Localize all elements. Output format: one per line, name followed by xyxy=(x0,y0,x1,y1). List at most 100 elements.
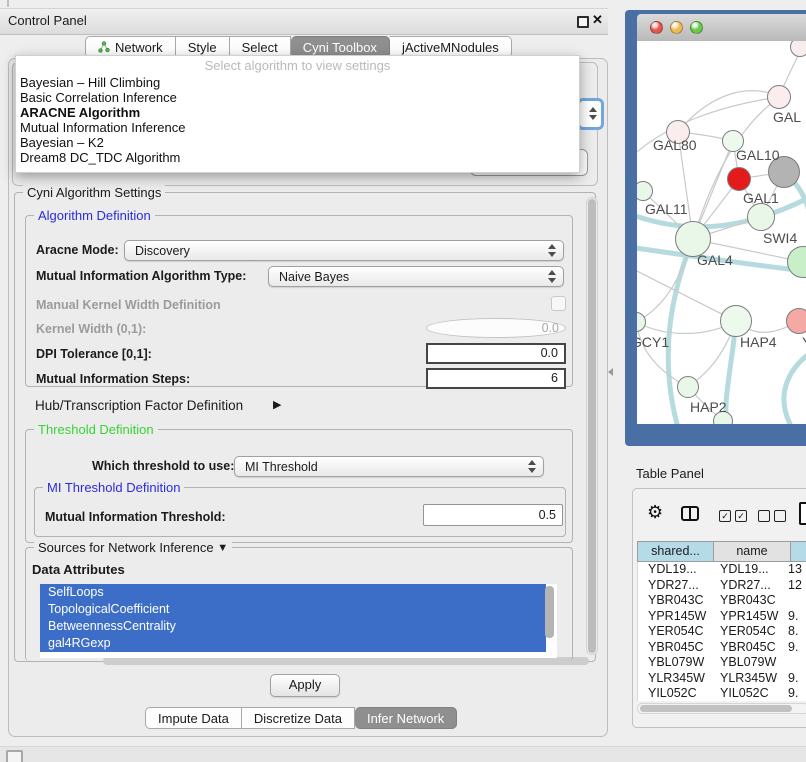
node-hap4[interactable] xyxy=(720,305,752,337)
aracne-mode-select[interactable]: Discovery xyxy=(124,240,564,261)
node-label-gal11: GAL11 xyxy=(645,201,688,217)
table-row[interactable]: YPR145WYPR145W9. xyxy=(638,609,806,625)
traffic-minimize-button[interactable] xyxy=(670,21,683,34)
table-cell: YER054C xyxy=(638,624,710,640)
algorithm-option-mutual-information-inference[interactable]: Mutual Information Inference xyxy=(16,120,579,135)
app-root: Control Panel ✕ NetworkStyleSelectCyni T… xyxy=(0,0,806,762)
combo-spinner-icon xyxy=(548,244,557,257)
node-red[interactable] xyxy=(727,167,751,191)
algorithm-option-dream8-dc-tdc-algorithm[interactable]: Dream8 DC_TDC Algorithm xyxy=(16,150,579,165)
mi-algorithm-type-select[interactable]: Naive Bayes xyxy=(268,266,564,287)
float-window-icon[interactable] xyxy=(577,16,589,28)
table-cell: YER054C xyxy=(710,624,782,640)
unchecked-box xyxy=(774,510,786,522)
panel-divider-grip[interactable] xyxy=(608,368,613,376)
which-threshold-select[interactable]: MI Threshold xyxy=(234,456,544,477)
node-label-gcy1: GCY1 xyxy=(637,334,669,350)
collapsed-panel-icon[interactable] xyxy=(6,750,23,762)
table-cell: YPR145W xyxy=(638,609,710,625)
table-row[interactable]: YLR345WYLR345W9. xyxy=(638,671,806,687)
table-horizontal-scrollbar[interactable] xyxy=(637,703,806,714)
cyni-algorithm-settings-group: Cyni Algorithm Settings Algorithm Defini… xyxy=(14,192,596,662)
algorithm-option-aracne-algorithm[interactable]: ARACNE Algorithm xyxy=(16,105,579,120)
node-label-gal4: GAL4 xyxy=(697,252,733,268)
checked-box: ✓ xyxy=(719,510,731,522)
table-row[interactable]: YER054CYER054C8. xyxy=(638,624,806,640)
node-salmon[interactable] xyxy=(786,308,806,334)
mi-threshold-label: Mutual Information Threshold: xyxy=(45,510,226,524)
algorithm-definition-title: Algorithm Definition xyxy=(34,208,155,223)
node-label-gal: GAL xyxy=(773,109,801,125)
table-row[interactable]: YBR043CYBR043C xyxy=(638,593,806,609)
checked-columns-icon[interactable]: ✓✓ xyxy=(719,510,747,522)
attribute-item-gal4rgexp[interactable]: gal4RGexp xyxy=(40,635,546,652)
column-header-shared[interactable]: shared... xyxy=(637,541,714,562)
attribute-item-betweennesscentrality[interactable]: BetweennessCentrality xyxy=(40,618,546,635)
table-cell: 9. xyxy=(782,640,806,656)
algorithm-option-bayesian-k2[interactable]: Bayesian – K2 xyxy=(16,135,579,150)
unchecked-columns-icon[interactable] xyxy=(758,510,786,522)
tab-label: Cyni Toolbox xyxy=(303,40,377,55)
algorithm-option-bayesian-hill-climbing[interactable]: Bayesian – Hill Climbing xyxy=(16,75,579,90)
table-cell: 9. xyxy=(782,671,806,687)
table-row[interactable]: YBR045CYBR045C9. xyxy=(638,640,806,656)
column-header-name[interactable]: name xyxy=(714,541,791,562)
table-cell: YBL079W xyxy=(638,655,710,671)
table-rows: YDL19...YDL19...13YDR27...YDR27...12YBR0… xyxy=(637,562,806,701)
table-row[interactable]: YDL19...YDL19...13 xyxy=(638,562,806,578)
unchecked-box xyxy=(758,510,770,522)
network-canvas[interactable]: GALGAL80GAL10GAL1GAL11SWI4GAL4GCY1HAP4YH… xyxy=(637,41,806,424)
bottom-strip xyxy=(0,746,806,762)
node-gal-top-right[interactable] xyxy=(767,85,791,109)
table-cell: YIL052C xyxy=(638,686,710,701)
node-label-gal80: GAL80 xyxy=(653,137,697,153)
node-label-y: Y xyxy=(802,334,806,350)
table-header-row: shared...nameA xyxy=(637,541,806,562)
mi-threshold-input[interactable]: 0.5 xyxy=(423,504,563,526)
table-row[interactable]: YIL052CYIL052C9. xyxy=(638,686,806,701)
table-row[interactable]: YDR27...YDR27...12 xyxy=(638,578,806,594)
mi-steps-input[interactable]: 6 xyxy=(426,368,566,389)
tab-label: jActiveMNodules xyxy=(402,40,499,55)
sources-group: Sources for Network Inference ▼ Data Att… xyxy=(25,547,573,661)
table-row[interactable]: YBL079WYBL079W xyxy=(638,655,806,671)
node-label-swi4: SWI4 xyxy=(763,230,797,246)
algorithm-option-basic-correlation-inference[interactable]: Basic Correlation Inference xyxy=(16,90,579,105)
bottom-tab-discretize-data[interactable]: Discretize Data xyxy=(242,707,355,729)
table-cell: YPR145W xyxy=(710,609,782,625)
manual-kernel-checkbox[interactable] xyxy=(551,296,566,311)
bottom-tab-impute-data[interactable]: Impute Data xyxy=(145,707,242,729)
hub-collapsed-arrow-icon[interactable]: ▶ xyxy=(273,398,281,411)
traffic-close-button[interactable] xyxy=(650,21,663,34)
threshold-definition-group: Threshold Definition Which threshold to … xyxy=(25,429,573,543)
document-icon[interactable] xyxy=(799,502,806,525)
node-label-hap4: HAP4 xyxy=(740,334,777,350)
dpi-tolerance-input[interactable]: 0.0 xyxy=(426,343,566,364)
checked-box: ✓ xyxy=(735,510,747,522)
close-icon[interactable]: ✕ xyxy=(592,12,603,28)
gear-icon[interactable]: ⚙ xyxy=(647,502,663,523)
network-tab-icon xyxy=(98,41,110,53)
table-cell: YDR27... xyxy=(638,578,710,594)
sources-expanded-arrow-icon[interactable]: ▼ xyxy=(217,542,228,554)
node-hap2[interactable] xyxy=(677,376,699,398)
apply-button[interactable]: Apply xyxy=(270,674,340,697)
node-gal1[interactable] xyxy=(747,203,775,231)
network-window-titlebar[interactable] xyxy=(637,14,806,42)
attribute-item-selfloops[interactable]: SelfLoops xyxy=(40,584,546,601)
kernel-width-input[interactable]: 0.0 xyxy=(426,318,566,338)
settings-vertical-scrollbar[interactable] xyxy=(586,197,598,655)
data-attributes-list[interactable]: SelfLoopsTopologicalCoefficientBetweenne… xyxy=(40,584,557,658)
aracne-mode-label: Aracne Mode: xyxy=(36,243,119,257)
bottom-tab-infer-network[interactable]: Infer Network xyxy=(355,707,457,729)
attribute-item-topologicalcoefficient[interactable]: TopologicalCoefficient xyxy=(40,601,546,618)
table-cell: 9. xyxy=(782,686,806,701)
algorithm-dropdown-items: Bayesian – Hill ClimbingBasic Correlatio… xyxy=(16,75,579,165)
focused-combo-fragment xyxy=(577,98,604,130)
table-cell: YDR27... xyxy=(710,578,782,594)
column-header-a[interactable]: A xyxy=(791,541,806,562)
table-cell: YBR045C xyxy=(710,640,782,656)
attributes-list-scrollbar[interactable] xyxy=(545,586,554,638)
split-columns-icon[interactable] xyxy=(681,506,699,521)
traffic-zoom-button[interactable] xyxy=(690,21,703,34)
